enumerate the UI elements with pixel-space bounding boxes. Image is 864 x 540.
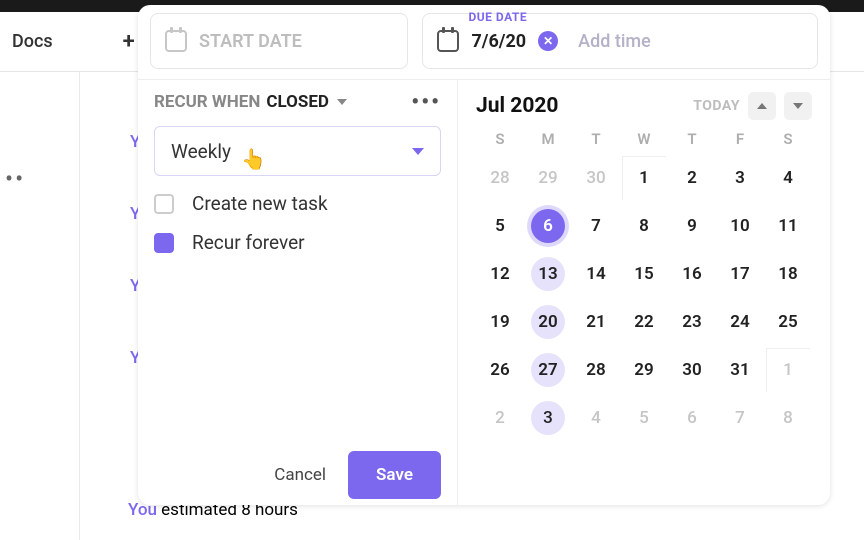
more-options-button[interactable]: ••• (411, 97, 441, 108)
cursor-icon: 👆 (241, 147, 266, 171)
calendar-day[interactable]: 12 (476, 250, 524, 298)
calendar-day[interactable]: 7 (716, 394, 764, 442)
dow-header: T (668, 130, 716, 148)
cancel-button[interactable]: Cancel (252, 451, 348, 499)
recur-frequency-select[interactable]: Weekly 👆 (154, 126, 441, 176)
calendar-day[interactable]: 13 (524, 250, 572, 298)
calendar-day[interactable]: 3 (524, 394, 572, 442)
chevron-down-icon (337, 99, 347, 105)
calendar-day[interactable]: 26 (476, 346, 524, 394)
due-date-value: 7/6/20 (471, 31, 526, 52)
dow-header: W (620, 130, 668, 148)
checkbox-checked-icon[interactable] (154, 233, 174, 253)
more-icon[interactable]: •• (5, 165, 25, 193)
start-date-input[interactable]: START DATE (150, 13, 408, 69)
calendar-day[interactable]: 15 (620, 250, 668, 298)
calendar-month-title: Jul 2020 (476, 94, 558, 118)
calendar-day[interactable]: 27 (524, 346, 572, 394)
start-date-placeholder: START DATE (199, 31, 302, 52)
calendar-day[interactable]: 10 (716, 202, 764, 250)
dow-header: S (476, 130, 524, 148)
recur-frequency-value: Weekly (171, 140, 231, 163)
calendar-day[interactable]: 5 (620, 394, 668, 442)
today-button[interactable]: TODAY (693, 98, 740, 114)
calendar-day[interactable]: 7 (572, 202, 620, 250)
calendar-day[interactable]: 4 (572, 394, 620, 442)
chevron-up-icon (757, 103, 767, 109)
calendar-day[interactable]: 16 (668, 250, 716, 298)
calendar-day[interactable]: 21 (572, 298, 620, 346)
calendar-day[interactable]: 17 (716, 250, 764, 298)
calendar-day[interactable]: 1 (764, 346, 812, 394)
recur-trigger-dropdown[interactable]: CLOSED (266, 92, 329, 112)
chevron-down-icon (412, 148, 424, 155)
dow-header: T (572, 130, 620, 148)
dow-header: F (716, 130, 764, 148)
due-date-label: DUE DATE (468, 10, 527, 24)
date-recur-modal: START DATE DUE DATE 7/6/20 ✕ Add time RE… (138, 5, 830, 505)
dow-header: M (524, 130, 572, 148)
add-time-button[interactable]: Add time (578, 31, 651, 52)
recur-forever-option[interactable]: Recur forever (154, 231, 441, 254)
calendar-day[interactable]: 8 (620, 202, 668, 250)
chevron-down-icon (793, 103, 803, 109)
calendar-day[interactable]: 3 (716, 154, 764, 202)
calendar-day[interactable]: 20 (524, 298, 572, 346)
next-month-button[interactable] (784, 92, 812, 120)
calendar-day[interactable]: 23 (668, 298, 716, 346)
calendar-day[interactable]: 28 (572, 346, 620, 394)
calendar-icon (165, 30, 187, 52)
calendar-day[interactable]: 18 (764, 250, 812, 298)
calendar-day[interactable]: 6 (524, 202, 572, 250)
add-icon[interactable]: + (123, 29, 135, 54)
recur-forever-label: Recur forever (192, 231, 305, 254)
checkbox-unchecked-icon[interactable] (154, 194, 174, 214)
recur-when-label: RECUR WHEN (154, 92, 260, 112)
calendar-day[interactable]: 2 (476, 394, 524, 442)
calendar-day[interactable]: 5 (476, 202, 524, 250)
calendar-day[interactable]: 29 (620, 346, 668, 394)
calendar-day[interactable]: 29 (524, 154, 572, 202)
clear-due-date-button[interactable]: ✕ (538, 31, 558, 51)
calendar-day[interactable]: 28 (476, 154, 524, 202)
calendar-day[interactable]: 25 (764, 298, 812, 346)
calendar-day[interactable]: 4 (764, 154, 812, 202)
calendar-day[interactable]: 19 (476, 298, 524, 346)
create-new-task-label: Create new task (192, 192, 328, 215)
dow-header: S (764, 130, 812, 148)
calendar-day[interactable]: 22 (620, 298, 668, 346)
save-button[interactable]: Save (348, 451, 441, 499)
calendar-day[interactable]: 6 (668, 394, 716, 442)
calendar-day[interactable]: 14 (572, 250, 620, 298)
calendar-day[interactable]: 24 (716, 298, 764, 346)
calendar-day[interactable]: 8 (764, 394, 812, 442)
calendar-day[interactable]: 31 (716, 346, 764, 394)
calendar-day[interactable]: 11 (764, 202, 812, 250)
calendar-day[interactable]: 1 (620, 154, 668, 202)
calendar-day[interactable]: 30 (668, 346, 716, 394)
prev-month-button[interactable] (748, 92, 776, 120)
calendar-day[interactable]: 9 (668, 202, 716, 250)
create-new-task-option[interactable]: Create new task (154, 192, 441, 215)
docs-tab[interactable]: Docs (12, 31, 53, 52)
calendar-icon (437, 30, 459, 52)
calendar-day[interactable]: 30 (572, 154, 620, 202)
due-date-input[interactable]: DUE DATE 7/6/20 ✕ Add time (422, 13, 818, 69)
calendar-day[interactable]: 2 (668, 154, 716, 202)
